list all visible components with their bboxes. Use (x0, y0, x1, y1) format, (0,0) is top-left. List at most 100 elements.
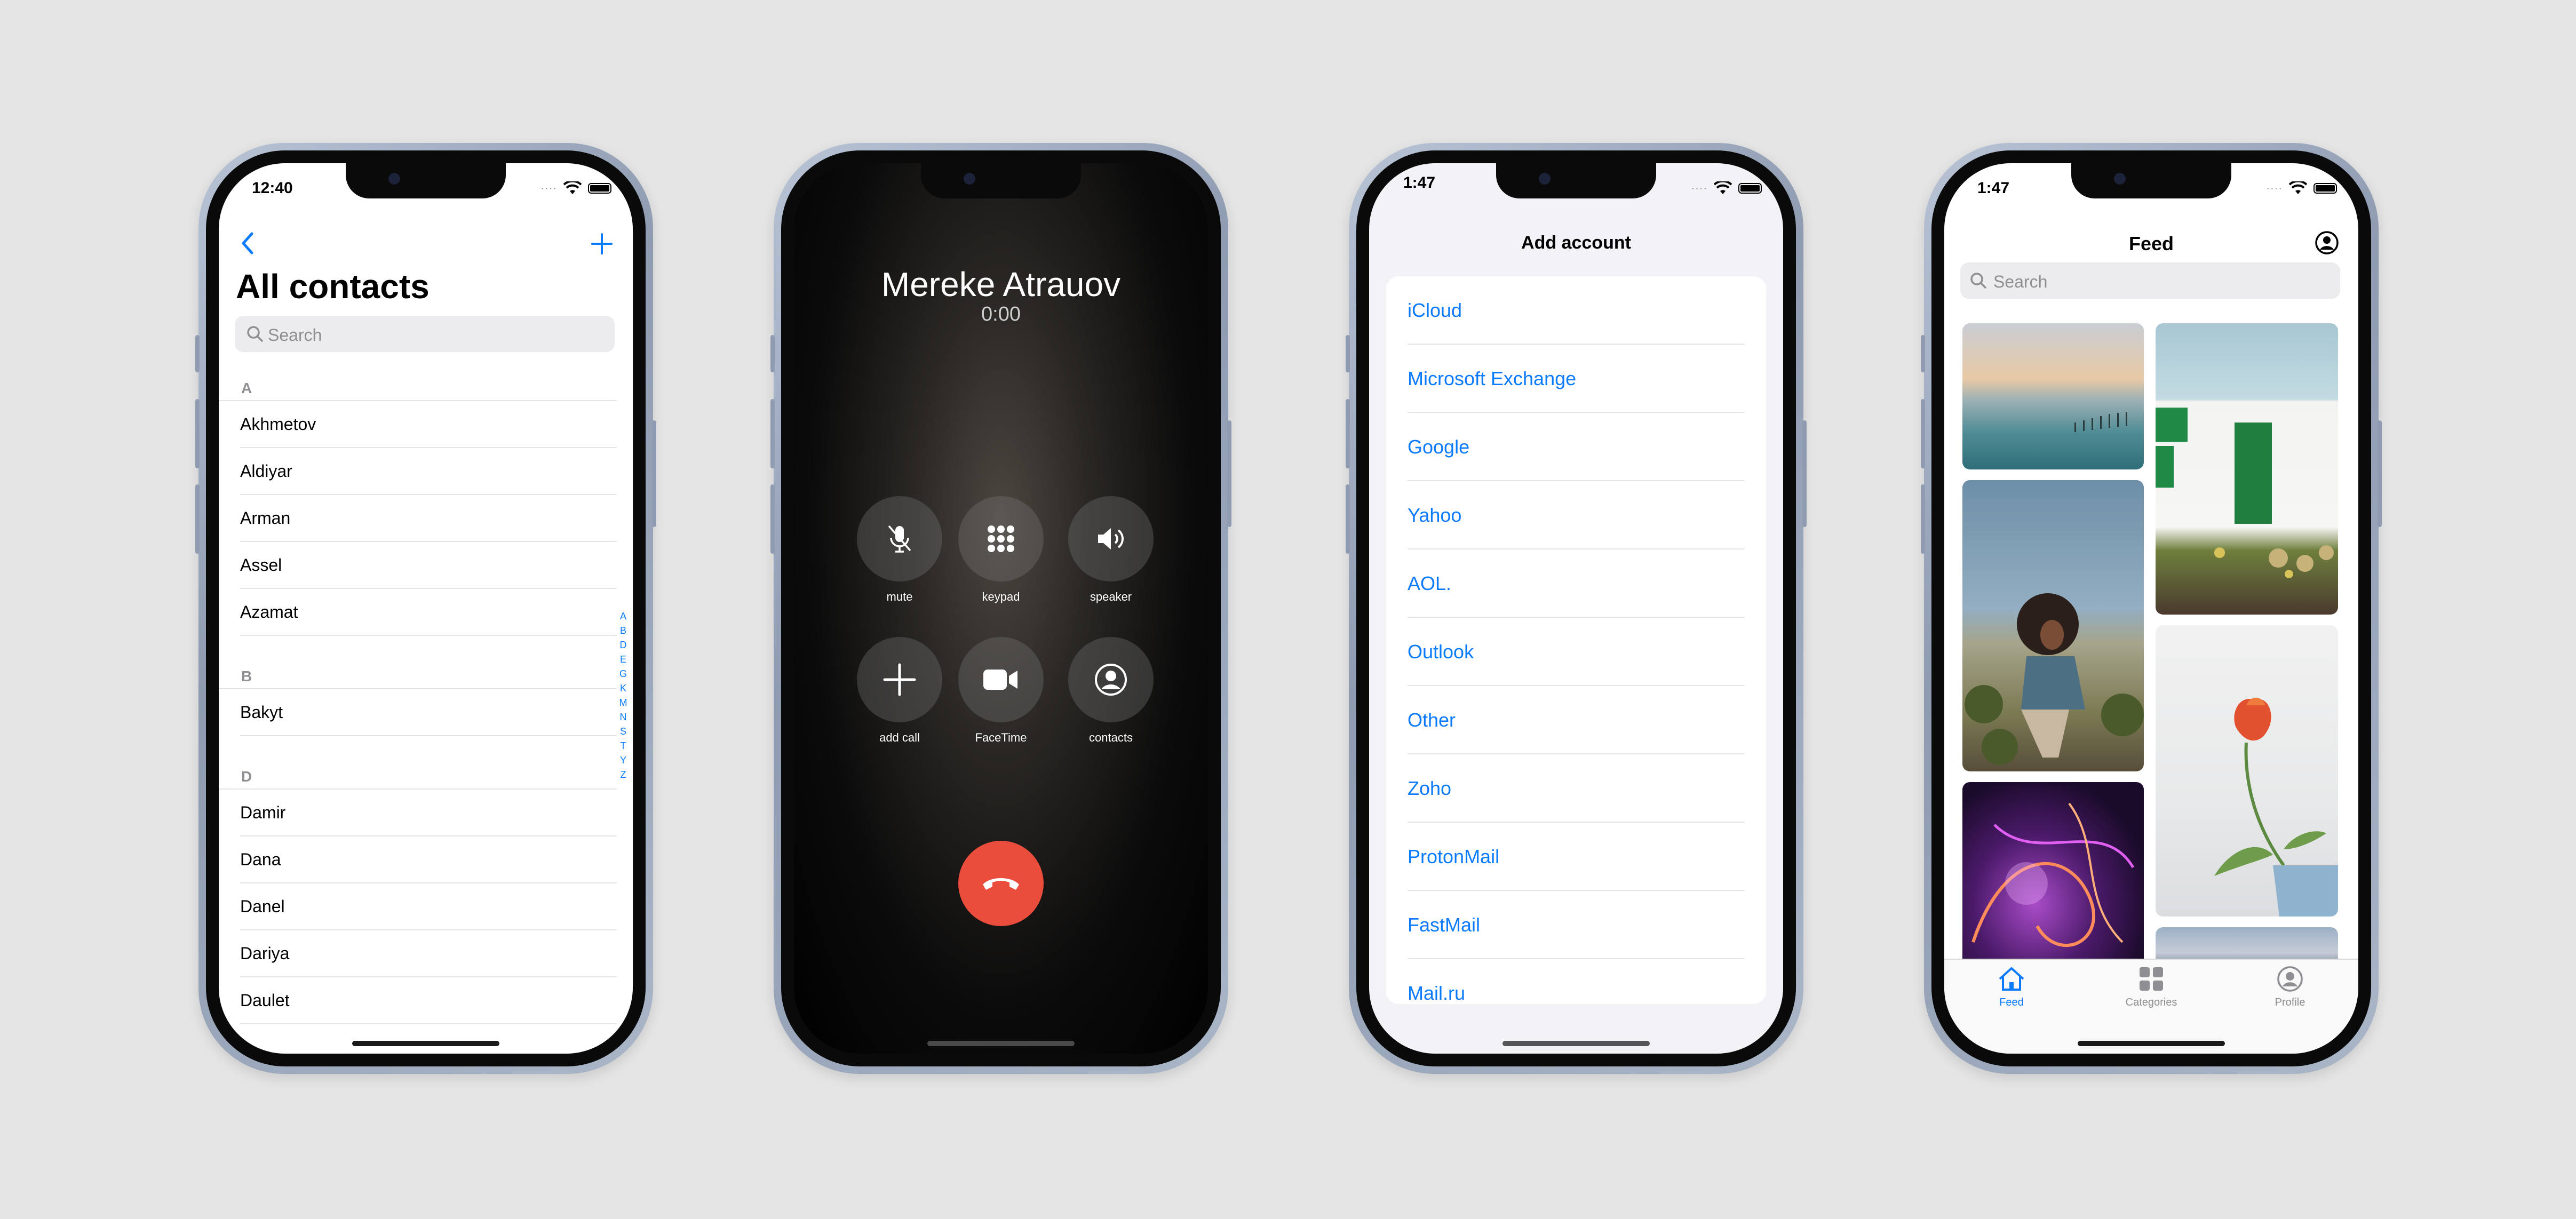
index-letter[interactable]: Y (620, 753, 626, 768)
tab-profile[interactable]: Profile (2247, 965, 2333, 1009)
contact-row[interactable]: Daulet (240, 977, 617, 1024)
provider-row-exchange[interactable]: Microsoft Exchange (1408, 345, 1745, 413)
phone-contacts: 12:40 ···· All contacts Search A Akhmeto… (195, 143, 656, 1074)
mute-button[interactable] (857, 496, 942, 581)
provider-row-aol[interactable]: AOL. (1408, 549, 1745, 618)
index-letter[interactable]: D (620, 638, 627, 652)
contacts-list: A Akhmetov Aldiyar Arman Assel Azamat B … (219, 377, 633, 1024)
search-placeholder: Search (1993, 272, 2048, 291)
index-letter[interactable]: S (620, 724, 626, 739)
status-time: 1:47 (1403, 174, 1436, 192)
end-call-button[interactable] (958, 841, 1044, 926)
index-letter[interactable]: A (620, 609, 626, 624)
person-circle-icon (2277, 966, 2303, 992)
contact-row[interactable]: Dariya (240, 930, 617, 977)
signal-icon: ···· (540, 182, 557, 194)
provider-row-zoho[interactable]: Zoho (1408, 754, 1745, 823)
keypad-label: keypad (982, 590, 1020, 603)
phone-feed: 1:47 ···· Feed Search Feed Categories Pr… (1921, 143, 2382, 1074)
woman-curly-hair-photo[interactable] (1962, 480, 2144, 771)
provider-row-google[interactable]: Google (1408, 413, 1745, 481)
section-header-b: B (219, 665, 617, 689)
phone-accounts: 1:47 ···· Add account iCloud Microsoft E… (1346, 143, 1807, 1074)
search-input[interactable]: Search (235, 316, 615, 352)
contact-row[interactable]: Aldiyar (240, 448, 617, 495)
home-indicator[interactable] (352, 1041, 499, 1046)
caller-name: Mereke Atrauov (881, 265, 1121, 304)
home-indicator[interactable] (927, 1041, 1075, 1046)
phone-call: Mereke Atrauov 0:00 mute keypad speaker … (770, 143, 1231, 1074)
contact-row[interactable]: Damir (240, 790, 617, 836)
page-title: All contacts (236, 267, 430, 306)
index-letter[interactable]: Z (621, 768, 626, 782)
keypad-icon (988, 525, 1014, 552)
contact-row[interactable]: Arman (240, 495, 617, 542)
plus-icon (883, 663, 916, 696)
contacts-button[interactable] (1068, 637, 1154, 722)
tab-feed[interactable]: Feed (1969, 965, 2054, 1009)
index-letter[interactable]: G (619, 667, 627, 681)
battery-icon (2313, 183, 2337, 194)
home-indicator[interactable] (2078, 1041, 2225, 1046)
tab-categories-label: Categories (2125, 997, 2177, 1008)
contact-row[interactable]: Bakyt (240, 689, 617, 736)
back-button[interactable] (240, 232, 255, 261)
index-letter[interactable]: K (620, 681, 626, 696)
index-letter[interactable]: N (620, 710, 627, 724)
contact-row[interactable]: Azamat (240, 589, 617, 636)
index-letter[interactable]: E (620, 652, 626, 667)
neon-light-swirl-photo[interactable] (1962, 782, 2144, 985)
provider-row-fastmail[interactable]: FastMail (1408, 891, 1745, 959)
contact-row[interactable]: Danel (240, 883, 617, 930)
home-indicator[interactable] (1502, 1041, 1650, 1046)
provider-row-mailru[interactable]: Mail.ru (1408, 959, 1745, 1004)
contact-row[interactable]: Dana (240, 836, 617, 883)
index-letter[interactable]: T (621, 739, 626, 753)
add-call-button[interactable] (857, 637, 942, 722)
contacts-screen: 12:40 ···· All contacts Search A Akhmeto… (219, 163, 633, 1054)
battery-icon (1738, 183, 1762, 194)
wifi-icon (2289, 181, 2307, 194)
signal-icon: ···· (2266, 182, 2283, 194)
call-duration: 0:00 (981, 303, 1021, 325)
speaker-button[interactable] (1068, 496, 1154, 581)
phone-hangup-icon (983, 878, 1019, 890)
wifi-icon (1714, 181, 1732, 194)
tulip-in-cup-photo[interactable] (2156, 625, 2338, 917)
white-house-green-door-photo[interactable] (2156, 323, 2338, 615)
provider-row-other[interactable]: Other (1408, 686, 1745, 754)
mute-label: mute (886, 590, 913, 603)
index-letter[interactable]: B (620, 624, 626, 638)
tab-profile-label: Profile (2275, 997, 2305, 1008)
battery-icon (588, 183, 611, 194)
status-time: 12:40 (252, 179, 293, 197)
facetime-button[interactable] (958, 637, 1044, 722)
person-circle-icon (1095, 664, 1127, 696)
page-title: Feed (2128, 233, 2174, 254)
accounts-screen: 1:47 ···· Add account iCloud Microsoft E… (1369, 163, 1783, 1054)
keypad-button[interactable] (958, 496, 1044, 581)
index-letter[interactable]: M (619, 696, 627, 710)
provider-row-yahoo[interactable]: Yahoo (1408, 481, 1745, 549)
tab-categories[interactable]: Categories (2109, 965, 2194, 1009)
account-provider-list: iCloud Microsoft Exchange Google Yahoo A… (1386, 276, 1766, 1004)
call-screen: Mereke Atrauov 0:00 mute keypad speaker … (794, 163, 1208, 1054)
add-call-label: add call (879, 731, 920, 744)
sea-pier-photo[interactable] (1962, 323, 2144, 469)
video-icon (983, 670, 1017, 690)
person-circle-icon[interactable] (2315, 230, 2339, 255)
signal-icon: ···· (1691, 182, 1707, 194)
contacts-label: contacts (1089, 731, 1133, 744)
tab-feed-label: Feed (1999, 997, 2024, 1008)
alphabet-index[interactable]: A B D E G K M N S T Y Z (618, 609, 629, 782)
add-contact-button[interactable] (590, 226, 614, 263)
contact-row[interactable]: Assel (240, 542, 617, 589)
chevron-left-icon (242, 232, 253, 254)
provider-row-icloud[interactable]: iCloud (1408, 276, 1745, 345)
speaker-icon (1098, 528, 1124, 549)
provider-row-outlook[interactable]: Outlook (1408, 618, 1745, 686)
contact-row[interactable]: Akhmetov (240, 401, 617, 448)
search-input[interactable]: Search (1960, 262, 2340, 299)
provider-row-protonmail[interactable]: ProtonMail (1408, 823, 1745, 891)
plus-icon (591, 233, 613, 254)
